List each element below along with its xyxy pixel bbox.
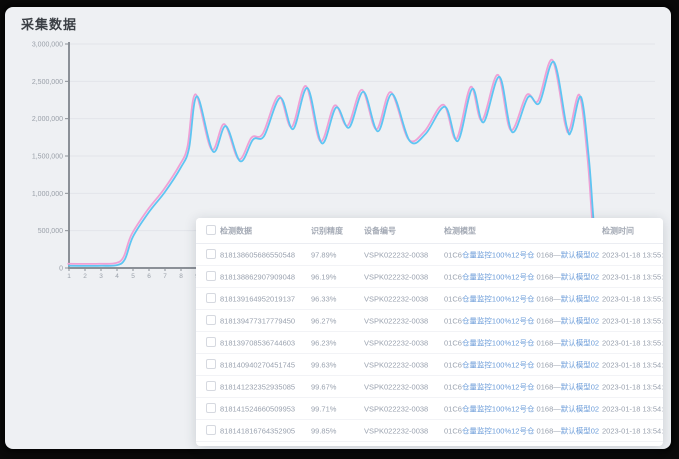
row-checkbox[interactable] xyxy=(206,271,216,281)
cell-accuracy: 96.19% xyxy=(311,272,359,281)
table-row[interactable]: 81813916495201913796.33% VSPK022232-0038 0… xyxy=(196,288,663,310)
cell-model: 01C6仓量监控100%12号仓 0168—默认模型02 xyxy=(444,359,596,370)
cell-time: 2023-01-18 13:55:25 xyxy=(602,294,662,303)
cell-accuracy: 96.33% xyxy=(311,294,359,303)
x-axis-tick-label: 2 xyxy=(83,273,87,280)
cell-device: VSPK022232-0038 xyxy=(364,250,440,259)
cell-time: 2023-01-18 13:55:25 xyxy=(602,316,662,325)
x-axis-tick-label: 4 xyxy=(115,273,119,280)
cell-accuracy: 99.67% xyxy=(311,382,359,391)
cell-model: 01C6仓量监控100%12号仓 0168—默认模型02 xyxy=(444,249,596,260)
cell-accuracy: 96.23% xyxy=(311,338,359,347)
table-row[interactable]: 81814094027045174599.63% VSPK022232-0038 0… xyxy=(196,354,663,376)
cell-data-id: 818141524660509953 xyxy=(220,404,310,413)
select-all-checkbox[interactable] xyxy=(206,225,216,235)
y-axis-tick-label: 0 xyxy=(59,266,63,273)
y-axis-tick-label: 2,000,000 xyxy=(32,116,63,123)
row-checkbox[interactable] xyxy=(206,249,216,259)
cell-data-id: 818141232352935085 xyxy=(220,382,310,391)
cell-time: 2023-01-18 13:54:43 xyxy=(602,426,662,435)
row-checkbox[interactable] xyxy=(206,337,216,347)
cell-model: 01C6仓量监控100%12号仓 0168—默认模型02 xyxy=(444,425,596,436)
y-axis-tick-label: 1,500,000 xyxy=(32,154,63,161)
cell-device: VSPK022232-0038 xyxy=(364,382,440,391)
table-row[interactable]: 81813860568655054897.89% VSPK022232-0038 0… xyxy=(196,244,663,266)
cell-time: 2023-01-18 13:55:25 xyxy=(602,250,662,259)
cell-accuracy: 97.89% xyxy=(311,250,359,259)
cell-model: 01C6仓量监控100%12号仓 0168—默认模型02 xyxy=(444,381,596,392)
cell-time: 2023-01-18 13:54:43 xyxy=(602,382,662,391)
cell-data-id: 818138605686550548 xyxy=(220,250,310,259)
x-axis-tick-label: 6 xyxy=(147,273,151,280)
cell-model: 01C6仓量监控100%12号仓 0168—默认模型02 xyxy=(444,315,596,326)
table-row[interactable]: 81813970853674460396.23% VSPK022232-0038 0… xyxy=(196,332,663,354)
table-row[interactable]: 81813886290790904896.19% VSPK022232-0038 0… xyxy=(196,266,663,288)
app-panel: 采集数据 0500,0001,000,0001,500,0002,000,000… xyxy=(5,7,671,449)
x-axis-tick-label: 8 xyxy=(179,273,183,280)
cell-time: 2023-01-18 13:55:23 xyxy=(602,338,662,347)
row-checkbox[interactable] xyxy=(206,315,216,325)
cell-data-id: 818140940270451745 xyxy=(220,360,310,369)
x-axis-tick-label: 1 xyxy=(67,273,71,280)
table-row[interactable]: 81814123235293508599.67% VSPK022232-0038 0… xyxy=(196,376,663,398)
cell-accuracy: 96.27% xyxy=(311,316,359,325)
cell-model: 01C6仓量监控100%12号仓 0168—默认模型02 xyxy=(444,337,596,348)
cell-device: VSPK022232-0038 xyxy=(364,404,440,413)
header-time: 检测时间 xyxy=(602,225,662,236)
cell-time: 2023-01-18 13:55:25 xyxy=(602,272,662,281)
row-checkbox[interactable] xyxy=(206,381,216,391)
table-row[interactable]: 81814152466050995399.71% VSPK022232-0038 0… xyxy=(196,398,663,420)
cell-model: 01C6仓量监控100%12号仓 0168—默认模型02 xyxy=(444,293,596,304)
row-checkbox[interactable] xyxy=(206,403,216,413)
row-checkbox[interactable] xyxy=(206,359,216,369)
cell-data-id: 818139477317779450 xyxy=(220,316,310,325)
cell-accuracy: 99.63% xyxy=(311,360,359,369)
row-checkbox[interactable] xyxy=(206,293,216,303)
cell-time: 2023-01-18 13:54:43 xyxy=(602,404,662,413)
table-row[interactable]: 81813947731777945096.27% VSPK022232-0038 0… xyxy=(196,310,663,332)
cell-data-id: 818138862907909048 xyxy=(220,272,310,281)
cell-data-id: 818141816764352905 xyxy=(220,426,310,435)
y-axis-tick-label: 500,000 xyxy=(38,228,63,235)
detection-table-card: 检测数据 识别精度 设备编号 检测模型 检测时间 818138605686550… xyxy=(196,218,663,446)
y-axis-tick-label: 1,000,000 xyxy=(32,191,63,198)
y-axis-tick-label: 2,500,000 xyxy=(32,79,63,86)
cell-device: VSPK022232-0038 xyxy=(364,426,440,435)
cell-accuracy: 99.71% xyxy=(311,404,359,413)
table-header-row: 检测数据 识别精度 设备编号 检测模型 检测时间 xyxy=(196,218,663,244)
x-axis-tick-label: 5 xyxy=(131,273,135,280)
cell-device: VSPK022232-0038 xyxy=(364,316,440,325)
header-accuracy: 识别精度 xyxy=(311,225,359,236)
x-axis-tick-label: 7 xyxy=(163,273,167,280)
x-axis-tick-label: 3 xyxy=(99,273,103,280)
y-axis-tick-label: 3,000,000 xyxy=(32,42,63,49)
cell-device: VSPK022232-0038 xyxy=(364,294,440,303)
cell-device: VSPK022232-0038 xyxy=(364,272,440,281)
screenshot-stage: 采集数据 0500,0001,000,0001,500,0002,000,000… xyxy=(0,0,679,459)
cell-accuracy: 99.85% xyxy=(311,426,359,435)
cell-model: 01C6仓量监控100%12号仓 0168—默认模型02 xyxy=(444,271,596,282)
cell-data-id: 818139164952019137 xyxy=(220,294,310,303)
table-row[interactable]: 81814181676435290599.85% VSPK022232-0038 0… xyxy=(196,420,663,442)
cell-data-id: 818139708536744603 xyxy=(220,338,310,347)
row-checkbox[interactable] xyxy=(206,425,216,435)
header-device: 设备编号 xyxy=(364,225,440,236)
cell-time: 2023-01-18 13:54:43 xyxy=(602,360,662,369)
cell-device: VSPK022232-0038 xyxy=(364,338,440,347)
header-data-id: 检测数据 xyxy=(220,225,310,236)
cell-model: 01C6仓量监控100%12号仓 0168—默认模型02 xyxy=(444,403,596,414)
table-body: 81813860568655054897.89% VSPK022232-0038 0… xyxy=(196,244,663,442)
header-model: 检测模型 xyxy=(444,225,596,236)
cell-device: VSPK022232-0038 xyxy=(364,360,440,369)
